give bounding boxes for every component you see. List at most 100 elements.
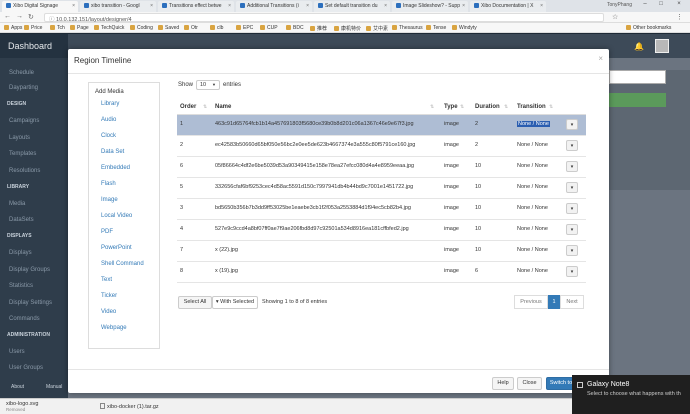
bookmark[interactable]: Tense: [426, 25, 446, 31]
sidebar-item-schedule[interactable]: Schedule: [9, 70, 34, 76]
bookmark[interactable]: 推荐: [310, 25, 327, 32]
close-tab-icon[interactable]: ×: [72, 3, 75, 9]
media-type-video[interactable]: Video: [101, 309, 116, 315]
page-size-select[interactable]: 10 ▼: [196, 80, 220, 90]
table-row[interactable]: 3 bd5650b356b7b3dd9ff53025be1eaebe3cb1f2…: [177, 199, 586, 220]
sidebar-item-templates[interactable]: Templates: [9, 151, 36, 157]
table-row[interactable]: 2 ec42583b50660d65bf050e56bc2e0ee5de623b…: [177, 136, 586, 157]
select-all-button[interactable]: Select All: [178, 296, 212, 309]
sidebar-item-campaigns[interactable]: Campaigns: [9, 118, 39, 124]
sidebar-item-display-groups[interactable]: Display Groups: [9, 267, 50, 273]
close-tab-icon[interactable]: ×: [228, 3, 231, 9]
close-tab-icon[interactable]: ×: [384, 3, 387, 9]
sidebar-item-statistics[interactable]: Statistics: [9, 283, 33, 289]
close-tab-icon[interactable]: ×: [540, 3, 543, 9]
sidebar-item-displays[interactable]: Displays: [9, 250, 32, 256]
bookmark[interactable]: Windyty: [452, 25, 477, 31]
sidebar-item-commands[interactable]: Commands: [9, 316, 40, 322]
media-type-library[interactable]: Library: [101, 101, 119, 107]
sidebar-item-datasets[interactable]: DataSets: [9, 217, 34, 223]
menu-icon[interactable]: ⋮: [676, 13, 683, 21]
close-tab-icon[interactable]: ×: [306, 3, 309, 9]
star-icon[interactable]: ☆: [612, 13, 618, 21]
media-type-ticker[interactable]: Ticker: [101, 293, 117, 299]
back-icon[interactable]: ←: [4, 13, 11, 20]
bookmark[interactable]: 艾中素: [366, 25, 388, 32]
media-type-powerpoint[interactable]: PowerPoint: [101, 245, 132, 251]
close-icon[interactable]: ×: [598, 54, 603, 63]
bookmark[interactable]: Otr: [184, 25, 198, 31]
bookmark[interactable]: BDC: [286, 25, 304, 31]
media-type-dataset[interactable]: Data Set: [101, 149, 124, 155]
pagination-page-1[interactable]: 1: [548, 295, 560, 309]
media-type-webpage[interactable]: Webpage: [101, 325, 127, 331]
row-actions-button[interactable]: ▾: [566, 161, 578, 172]
browser-tab[interactable]: Set default transition du ×: [314, 1, 390, 12]
with-selected-button[interactable]: ▾ With Selected: [212, 296, 258, 309]
close-button[interactable]: Close: [517, 377, 542, 390]
bell-icon[interactable]: 🔔: [634, 42, 644, 51]
bookmark[interactable]: EPC: [236, 25, 253, 31]
media-type-embedded[interactable]: Embedded: [101, 165, 130, 171]
browser-tab[interactable]: Transitions effect betwe ×: [158, 1, 234, 12]
row-actions-button[interactable]: ▾: [566, 203, 578, 214]
column-header-order[interactable]: Order: [180, 104, 196, 110]
column-header-type[interactable]: Type: [444, 104, 458, 110]
table-row[interactable]: 6 05f86664c4df2e6be5039d53a90349415e158e…: [177, 157, 586, 178]
table-row[interactable]: 8 x (19).jpg image 6 None / None ▾: [177, 262, 586, 283]
media-type-audio[interactable]: Audio: [101, 117, 116, 123]
bookmark[interactable]: Saved: [158, 25, 179, 31]
row-actions-button[interactable]: ▾: [566, 140, 578, 151]
column-header-name[interactable]: Name: [215, 104, 231, 110]
close-tab-icon[interactable]: ×: [150, 3, 153, 9]
help-button[interactable]: Help: [492, 377, 514, 390]
row-actions-button[interactable]: ▾: [566, 224, 578, 235]
about-link[interactable]: About: [11, 384, 24, 390]
media-type-text[interactable]: Text: [101, 277, 112, 283]
bookmark[interactable]: clb: [210, 25, 223, 31]
notification-toast[interactable]: Galaxy Note8 Select to choose what happe…: [572, 375, 690, 414]
maximize-icon[interactable]: □: [654, 1, 668, 10]
avatar[interactable]: [655, 39, 669, 53]
media-type-clock[interactable]: Clock: [101, 133, 116, 139]
browser-tab[interactable]: Image Slideshow? - Supp ×: [392, 1, 468, 12]
table-row[interactable]: 5 332656cfaf6bf9253cec4d58ac5591d150c799…: [177, 178, 586, 199]
browser-tab[interactable]: Additional Transitions (i ×: [236, 1, 312, 12]
sidebar-item-media[interactable]: Media: [9, 201, 25, 207]
sidebar-brand[interactable]: Dashboard: [0, 34, 68, 58]
reload-icon[interactable]: ↻: [28, 13, 34, 21]
bookmark[interactable]: Thesaurus: [392, 25, 423, 31]
download-item[interactable]: xibo-docker (1).tar.gz: [100, 403, 159, 410]
close-window-icon[interactable]: ×: [672, 1, 686, 10]
table-row[interactable]: 7 x (22).jpg image 10 None / None ▾: [177, 241, 586, 262]
row-actions-button[interactable]: ▾: [566, 119, 578, 130]
media-type-shell-command[interactable]: Shell Command: [101, 261, 144, 267]
sidebar-item-resolutions[interactable]: Resolutions: [9, 168, 40, 174]
browser-tab[interactable]: xibo transition - Googl ×: [80, 1, 156, 12]
bookmark-apps[interactable]: Apps: [4, 25, 22, 31]
bookmark[interactable]: Coding: [130, 25, 153, 31]
row-actions-button[interactable]: ▾: [566, 182, 578, 193]
url-input[interactable]: ⓘ 10.0.132.151/layout/designer/4: [44, 13, 604, 23]
sidebar-item-dayparting[interactable]: Dayparting: [9, 85, 38, 91]
table-row[interactable]: 1 463c91d65764fcb1b14a457691803f5680ce39…: [177, 115, 586, 136]
minimize-icon[interactable]: –: [638, 1, 652, 10]
row-actions-button[interactable]: ▾: [566, 266, 578, 277]
pagination-next[interactable]: Next: [560, 295, 584, 309]
close-tab-icon[interactable]: ×: [462, 3, 465, 9]
browser-tab-xibo[interactable]: Xibo Digital Signage ×: [2, 1, 78, 12]
media-type-flash[interactable]: Flash: [101, 181, 116, 187]
bookmark-other[interactable]: Other bookmarks: [626, 25, 671, 31]
pagination-previous[interactable]: Previous: [514, 295, 548, 309]
bookmark[interactable]: Price: [24, 25, 42, 31]
forward-icon[interactable]: →: [16, 13, 23, 20]
media-type-pdf[interactable]: PDF: [101, 229, 113, 235]
sidebar-item-layouts[interactable]: Layouts: [9, 135, 30, 141]
media-type-local-video[interactable]: Local Video: [101, 213, 132, 219]
download-item[interactable]: xibo-logo.svg Removed: [6, 401, 38, 412]
table-row[interactable]: 4 527e9c9ccd4a8bf07ff0ae7f9ae206fbd8d97c…: [177, 220, 586, 241]
bookmark[interactable]: TechQuick: [94, 25, 124, 31]
manual-link[interactable]: Manual: [46, 384, 62, 390]
column-header-duration[interactable]: Duration: [475, 104, 500, 110]
media-type-image[interactable]: Image: [101, 197, 118, 203]
